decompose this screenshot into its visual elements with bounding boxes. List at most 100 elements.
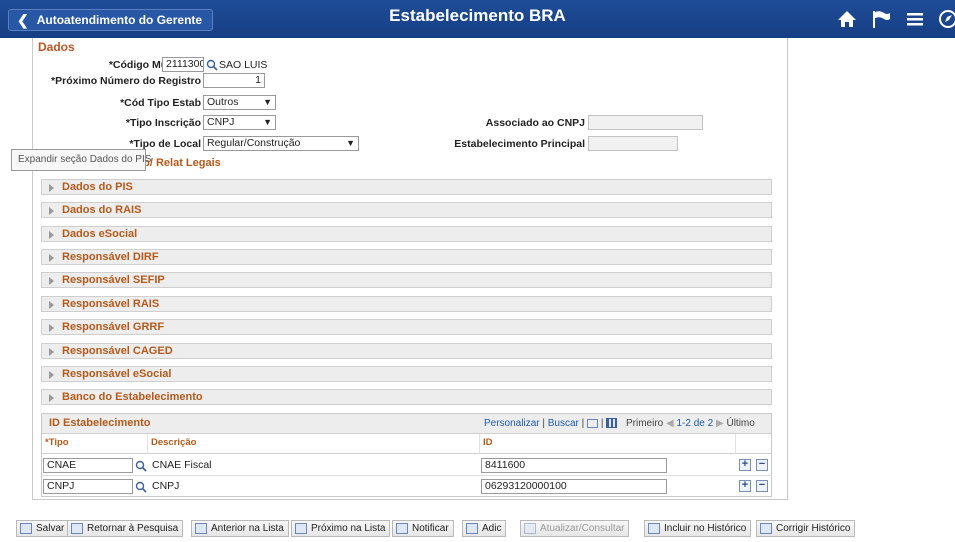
adic-button[interactable]: Adic — [462, 520, 507, 537]
delete-row-icon[interactable]: − — [756, 459, 768, 471]
personalizar-link[interactable]: Personalizar — [484, 418, 540, 429]
add-row-icon[interactable]: + — [739, 459, 751, 471]
primeiro-link[interactable]: Primeiro — [626, 418, 663, 429]
section-banco-estabelecimento[interactable]: Banco do Estabelecimento — [41, 389, 772, 405]
previous-icon[interactable]: ◀ — [666, 418, 674, 429]
section-dados-pis[interactable]: Dados do PIS — [41, 179, 772, 195]
tipo-estab-select[interactable]: Outros ▼ — [203, 95, 276, 110]
spreadsheet-icon[interactable] — [606, 418, 618, 429]
anterior-lista-button[interactable]: Anterior na Lista — [191, 520, 289, 537]
history-add-icon — [648, 523, 660, 534]
buscar-link[interactable]: Buscar — [548, 418, 579, 429]
search-icon[interactable] — [135, 481, 147, 493]
grid-navigation: Primeiro ◀ 1-2 de 2 ▶ Último — [626, 418, 755, 429]
incluir-historico-button[interactable]: Incluir no Histórico — [644, 520, 752, 537]
flag-icon[interactable] — [870, 8, 892, 30]
registro-input[interactable]: 1 — [203, 73, 265, 88]
corrigir-historico-button[interactable]: Corrigir Histórico — [756, 520, 856, 537]
tipo-local-select[interactable]: Regular/Construção ▼ — [203, 136, 359, 151]
expand-icon — [49, 207, 54, 215]
expand-icon — [49, 301, 54, 309]
home-icon[interactable] — [836, 8, 858, 30]
section-responsavel-dirf[interactable]: Responsável DIRF — [41, 249, 772, 265]
menu-icon[interactable] — [904, 8, 926, 30]
proximo-lista-button[interactable]: Próximo na Lista — [291, 520, 391, 537]
section-responsavel-caged[interactable]: Responsável CAGED — [41, 343, 772, 359]
notify-icon — [396, 523, 408, 534]
button-label: Corrigir Histórico — [776, 523, 851, 534]
expand-icon — [49, 277, 54, 285]
search-icon[interactable] — [206, 59, 218, 71]
section-label: Responsável eSocial — [62, 368, 172, 380]
notificar-button[interactable]: Notificar — [392, 520, 454, 537]
section-responsavel-esocial[interactable]: Responsável eSocial — [41, 366, 772, 382]
expand-icon — [49, 394, 54, 402]
compass-icon[interactable] — [937, 8, 955, 30]
section-label: Responsável GRRF — [62, 321, 165, 333]
save-icon — [20, 523, 32, 534]
tipo-estab-value: Outros — [207, 96, 239, 108]
expand-icon — [49, 324, 54, 332]
expand-icon — [49, 348, 54, 356]
button-label: Retornar à Pesquisa — [87, 523, 179, 534]
grid-tools: Personalizar | Buscar | | — [484, 418, 618, 429]
next-icon[interactable]: ▶ — [716, 418, 724, 429]
retornar-pesquisa-button[interactable]: Retornar à Pesquisa — [67, 520, 184, 537]
registro-label: *Próximo Número do Registro — [51, 75, 201, 87]
button-label: Adic — [482, 523, 502, 534]
update-icon — [524, 523, 536, 534]
button-label: Atualizar/Consultar — [540, 523, 625, 534]
button-label: Incluir no Histórico — [664, 523, 747, 534]
button-label: Próximo na Lista — [311, 523, 386, 534]
section-responsavel-sefip[interactable]: Responsável SEFIP — [41, 272, 772, 288]
bottom-toolbar: Salvar Retornar à Pesquisa Anterior na L… — [0, 520, 955, 542]
municipio-description: SAO LUIS — [219, 59, 268, 71]
chevron-down-icon: ▼ — [263, 97, 272, 107]
ultimo-link[interactable]: Último — [726, 418, 754, 429]
tipo-inscricao-select[interactable]: CNPJ ▼ — [203, 115, 276, 130]
municipio-input[interactable]: 2111300 — [162, 57, 204, 72]
expand-icon — [49, 254, 54, 262]
atualizar-consultar-button[interactable]: Atualizar/Consultar — [520, 520, 630, 537]
button-label: Notificar — [412, 523, 449, 534]
range-text: 1-2 de 2 — [676, 418, 714, 429]
col-header-tipo: *Tipo — [42, 434, 148, 454]
previous-icon — [195, 523, 207, 534]
expand-icon — [49, 184, 54, 192]
grid-title: ID Estabelecimento — [49, 417, 151, 429]
estab-principal-label: Estabelecimento Principal — [454, 138, 585, 150]
section-label: Dados do PIS — [62, 181, 133, 193]
salvar-button[interactable]: Salvar — [16, 520, 70, 537]
page-title: Estabelecimento BRA — [389, 6, 566, 25]
add-row-icon[interactable]: + — [739, 480, 751, 492]
section-label: Responsável CAGED — [62, 345, 173, 357]
tipo-inscricao-label: *Tipo Inscrição — [125, 117, 201, 129]
app-header: ❮ Autoatendimento do Gerente Estabelecim… — [0, 0, 955, 38]
delete-row-icon[interactable]: − — [756, 480, 768, 492]
section-dados-rais[interactable]: Dados do RAIS — [41, 202, 772, 218]
table-row: CNPJ CNPJ 06293120000100 + − — [42, 476, 771, 497]
section-responsavel-grrf[interactable]: Responsável GRRF — [41, 319, 772, 335]
view-all-icon[interactable] — [587, 418, 599, 428]
expand-icon — [49, 231, 54, 239]
section-dados-esocial[interactable]: Dados eSocial — [41, 226, 772, 242]
id-input[interactable]: 8411600 — [481, 458, 667, 473]
section-label: Dados do RAIS — [62, 204, 142, 216]
tipo-input[interactable]: CNPJ — [43, 479, 133, 494]
chevron-down-icon: ▼ — [346, 138, 355, 148]
section-label: Responsável SEFIP — [62, 274, 165, 286]
tipo-estab-label: *Cód Tipo Estab — [120, 97, 201, 109]
section-label: Responsável RAIS — [62, 298, 160, 310]
id-estabelecimento-grid: ID Estabelecimento Personalizar | Buscar… — [41, 413, 772, 497]
section-responsavel-rais[interactable]: Responsável RAIS — [41, 296, 772, 312]
section-title: Dados — [38, 40, 75, 54]
id-input[interactable]: 06293120000100 — [481, 479, 667, 494]
descricao-text: CNPJ — [152, 480, 180, 492]
history-edit-icon — [760, 523, 772, 534]
search-icon[interactable] — [135, 460, 147, 472]
estab-principal-field — [588, 136, 678, 151]
tipo-input[interactable]: CNAE — [43, 458, 133, 473]
descricao-text: CNAE Fiscal — [152, 459, 212, 471]
col-header-id: ID — [480, 434, 736, 454]
table-row: CNAE CNAE Fiscal 8411600 + − — [42, 455, 771, 476]
